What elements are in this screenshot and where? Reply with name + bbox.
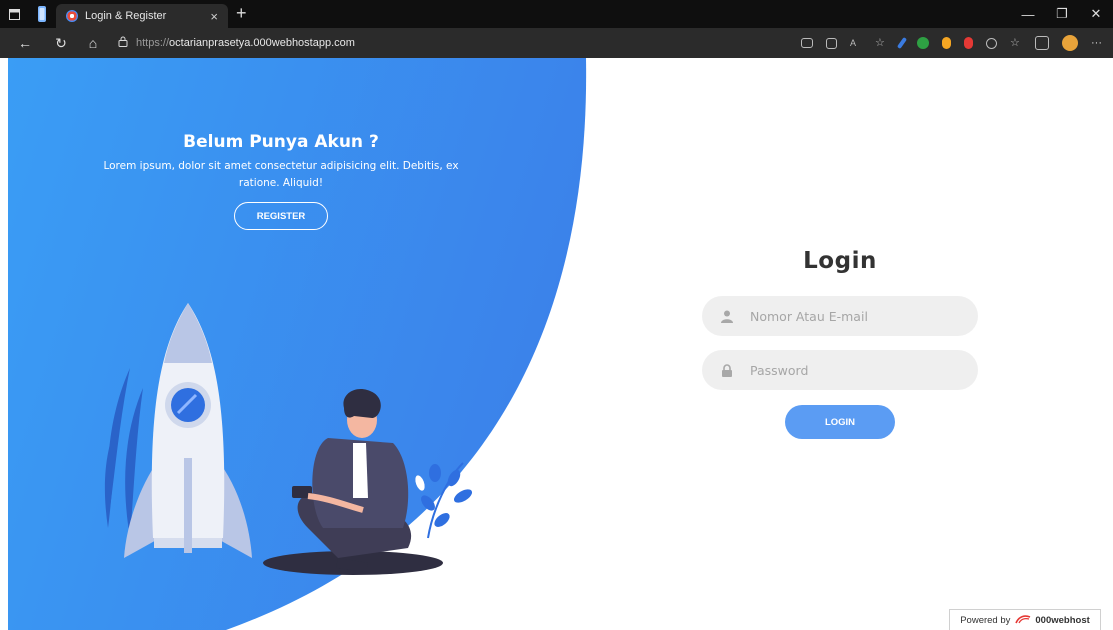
restore-button[interactable]: ❐ — [1045, 0, 1079, 28]
browser-tab-bar: Login & Register × + — ❐ ✕ — [0, 0, 1113, 28]
tab-favicon-icon — [66, 10, 78, 22]
back-button[interactable]: ← — [12, 30, 38, 56]
register-panel-title: Belum Punya Akun ? — [183, 132, 379, 152]
green-extension-icon[interactable] — [917, 37, 929, 49]
profile-avatar[interactable] — [1062, 35, 1078, 51]
username-input[interactable] — [748, 307, 952, 325]
login-title: Login — [803, 248, 877, 274]
pen-extension-icon[interactable] — [896, 36, 908, 50]
home-button[interactable]: ⌂ — [80, 30, 106, 56]
red-extension-icon[interactable] — [964, 37, 973, 49]
login-form: Login LOGIN — [702, 248, 978, 439]
more-menu-icon[interactable]: ··· — [1091, 37, 1105, 49]
minimize-button[interactable]: — — [1011, 0, 1045, 28]
register-button[interactable]: REGISTER — [234, 202, 328, 230]
login-button[interactable]: LOGIN — [785, 405, 895, 439]
refresh-extension-icon[interactable] — [986, 37, 997, 49]
tab-actions-icon[interactable] — [0, 0, 28, 28]
tab-title: Login & Register — [85, 10, 167, 22]
register-panel: Belum Punya Akun ? Lorem ipsum, dolor si… — [86, 132, 476, 230]
tab-close-icon[interactable]: × — [210, 9, 218, 24]
powered-by-brand: 000webhost — [1035, 614, 1090, 626]
webhost-logo-icon — [1015, 613, 1031, 627]
login-register-page: Belum Punya Akun ? Lorem ipsum, dolor si… — [8, 58, 1113, 630]
refresh-button[interactable]: ↻ — [48, 30, 74, 56]
window-controls: — ❐ ✕ — [1011, 0, 1113, 28]
user-icon — [720, 309, 734, 323]
lock-icon — [720, 363, 734, 377]
password-input[interactable] — [748, 361, 952, 379]
username-field[interactable] — [702, 296, 978, 336]
orange-extension-icon[interactable] — [942, 37, 951, 49]
powered-by-badge[interactable]: Powered by 000webhost — [949, 609, 1101, 630]
extension-icons: A ☆ ☆ ··· — [801, 32, 1105, 54]
collections-icon[interactable] — [1035, 36, 1049, 50]
new-tab-button[interactable]: + — [236, 3, 247, 24]
reader-mode-icon[interactable] — [801, 38, 813, 48]
register-panel-text: Lorem ipsum, dolor sit amet consectetur … — [103, 160, 459, 189]
url-protocol: https:// — [136, 37, 170, 49]
password-field[interactable] — [702, 350, 978, 390]
apps-icon[interactable] — [826, 37, 837, 49]
browser-tab[interactable]: Login & Register × — [56, 4, 228, 28]
lock-icon — [118, 36, 128, 50]
browser-toolbar: ← ↻ ⌂ https://octarianprasetya.000webhos… — [0, 28, 1113, 58]
favorites-icon[interactable]: ☆ — [1010, 37, 1022, 49]
powered-by-prefix: Powered by — [960, 614, 1011, 626]
close-window-button[interactable]: ✕ — [1079, 0, 1113, 28]
address-bar[interactable]: https://octarianprasetya.000webhostapp.c… — [118, 33, 698, 53]
vertical-tabs-icon[interactable] — [28, 0, 56, 28]
read-aloud-icon[interactable]: A — [850, 37, 862, 49]
url-host: octarianprasetya.000webhostapp.com — [169, 37, 355, 49]
favorite-add-icon[interactable]: ☆ — [875, 37, 887, 49]
